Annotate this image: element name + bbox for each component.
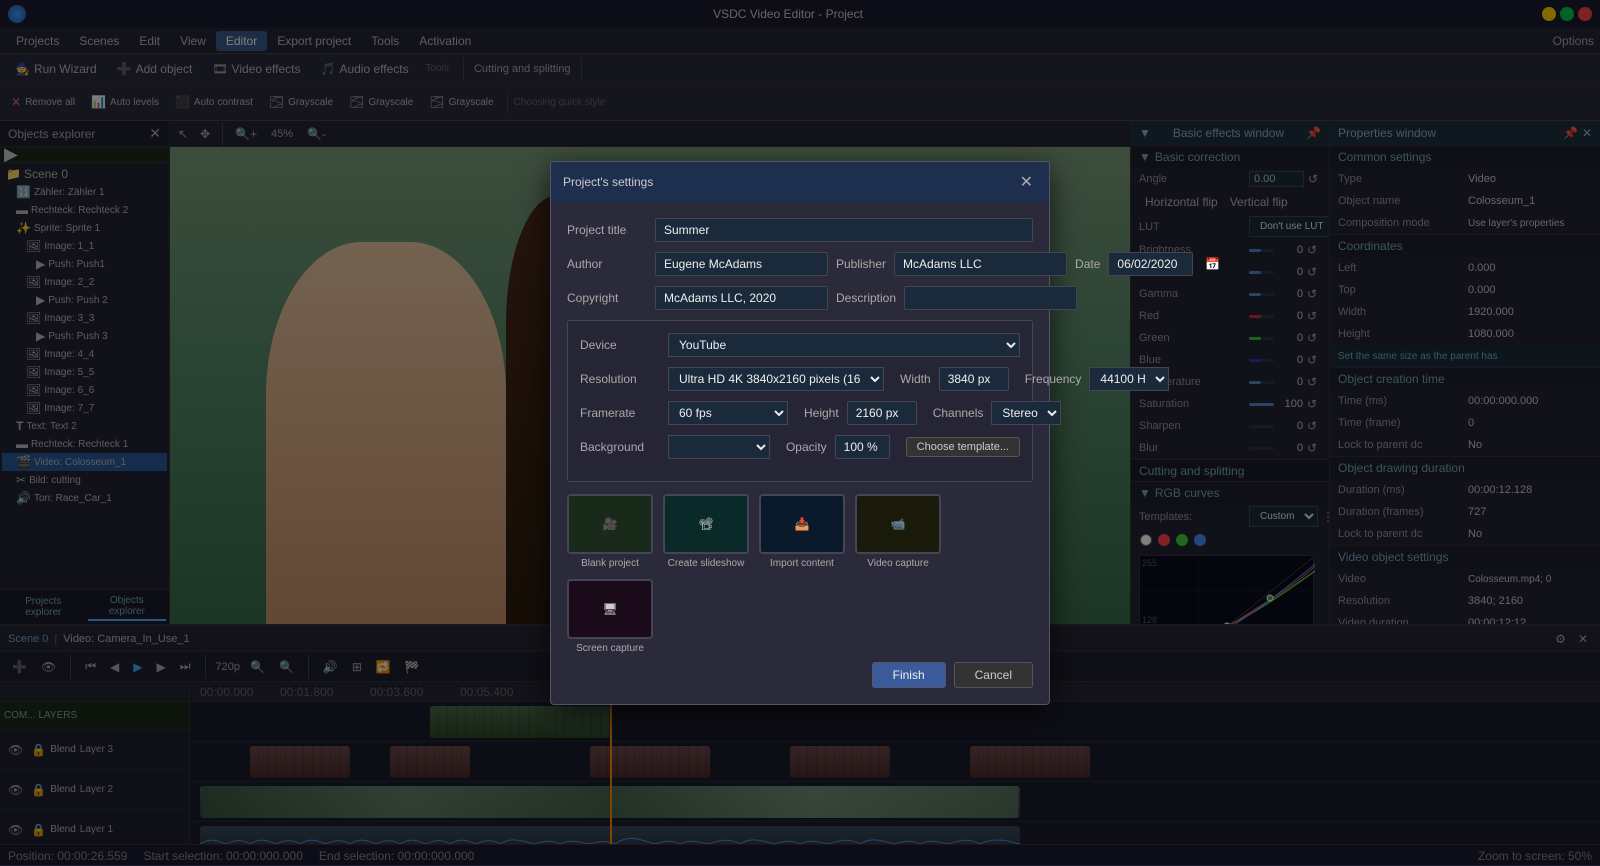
- template-import[interactable]: 📥 Import content: [759, 494, 845, 569]
- opacity-input[interactable]: [835, 435, 890, 459]
- import-icon: 📥: [795, 517, 810, 531]
- device-settings-section: Device YouTube Resolution Ultra HD 4K 38…: [567, 320, 1033, 482]
- video-capture-icon: 📹: [891, 517, 906, 531]
- date-label: Date: [1075, 257, 1100, 271]
- publisher-input[interactable]: [894, 252, 1067, 276]
- project-title-input[interactable]: [655, 218, 1033, 242]
- template-slideshow[interactable]: 📽 Create slideshow: [663, 494, 749, 569]
- height-input[interactable]: [847, 401, 917, 425]
- resolution-select[interactable]: Ultra HD 4K 3840x2160 pixels (16: [668, 367, 884, 391]
- template-screen-capture[interactable]: 🖥 Screen capture: [567, 579, 653, 654]
- channels-label: Channels: [933, 406, 984, 420]
- resolution-row: Resolution Ultra HD 4K 3840x2160 pixels …: [580, 367, 1020, 391]
- frequency-select[interactable]: 44100 Hz: [1089, 367, 1169, 391]
- cancel-button[interactable]: Cancel: [954, 662, 1033, 688]
- modal-close-button[interactable]: ✕: [1016, 170, 1037, 194]
- template-blank[interactable]: 🎥 Blank project: [567, 494, 653, 569]
- project-title-row: Project title: [567, 218, 1033, 242]
- modal-overlay: Project's settings ✕ Project title Autho…: [0, 0, 1600, 865]
- publisher-label: Publisher: [836, 257, 886, 271]
- channels-select[interactable]: Stereo: [991, 401, 1061, 425]
- width-label: Width: [900, 372, 931, 386]
- screen-capture-icon: 🖥: [602, 602, 617, 616]
- framerate-row: Framerate 60 fps Height Channels Stereo: [580, 401, 1020, 425]
- height-label: Height: [804, 406, 839, 420]
- description-label: Description: [836, 291, 896, 305]
- description-input[interactable]: [904, 286, 1077, 310]
- copyright-desc-row: Copyright Description: [567, 286, 1033, 310]
- framerate-select[interactable]: 60 fps: [668, 401, 788, 425]
- blank-project-icon: 🎥: [603, 517, 618, 531]
- template-video-capture[interactable]: 📹 Video capture: [855, 494, 941, 569]
- date-picker-icon[interactable]: 📅: [1201, 255, 1224, 273]
- background-row: Background Opacity Choose template...: [580, 435, 1020, 459]
- finish-button[interactable]: Finish: [872, 662, 946, 688]
- choose-template-button[interactable]: Choose template...: [906, 437, 1020, 457]
- device-row: Device YouTube: [580, 333, 1020, 357]
- background-select[interactable]: [668, 435, 770, 459]
- modal-title: Project's settings: [563, 175, 653, 189]
- opacity-label: Opacity: [786, 440, 827, 454]
- modal-buttons: Finish Cancel: [567, 654, 1033, 688]
- frequency-label: Frequency: [1025, 372, 1082, 386]
- width-input[interactable]: [939, 367, 1009, 391]
- templates-grid: 🎥 Blank project 📽 Create slideshow 📥 Imp…: [567, 494, 1033, 654]
- device-select[interactable]: YouTube: [668, 333, 1020, 357]
- modal-body: Project title Author Publisher Date 📅 Co…: [551, 202, 1049, 704]
- author-input[interactable]: [655, 252, 828, 276]
- slideshow-icon: 📽: [698, 517, 713, 531]
- author-pub-date-row: Author Publisher Date 📅: [567, 252, 1033, 276]
- date-input[interactable]: [1108, 252, 1193, 276]
- project-settings-modal: Project's settings ✕ Project title Autho…: [550, 161, 1050, 705]
- modal-title-bar: Project's settings ✕: [551, 162, 1049, 202]
- copyright-input[interactable]: [655, 286, 828, 310]
